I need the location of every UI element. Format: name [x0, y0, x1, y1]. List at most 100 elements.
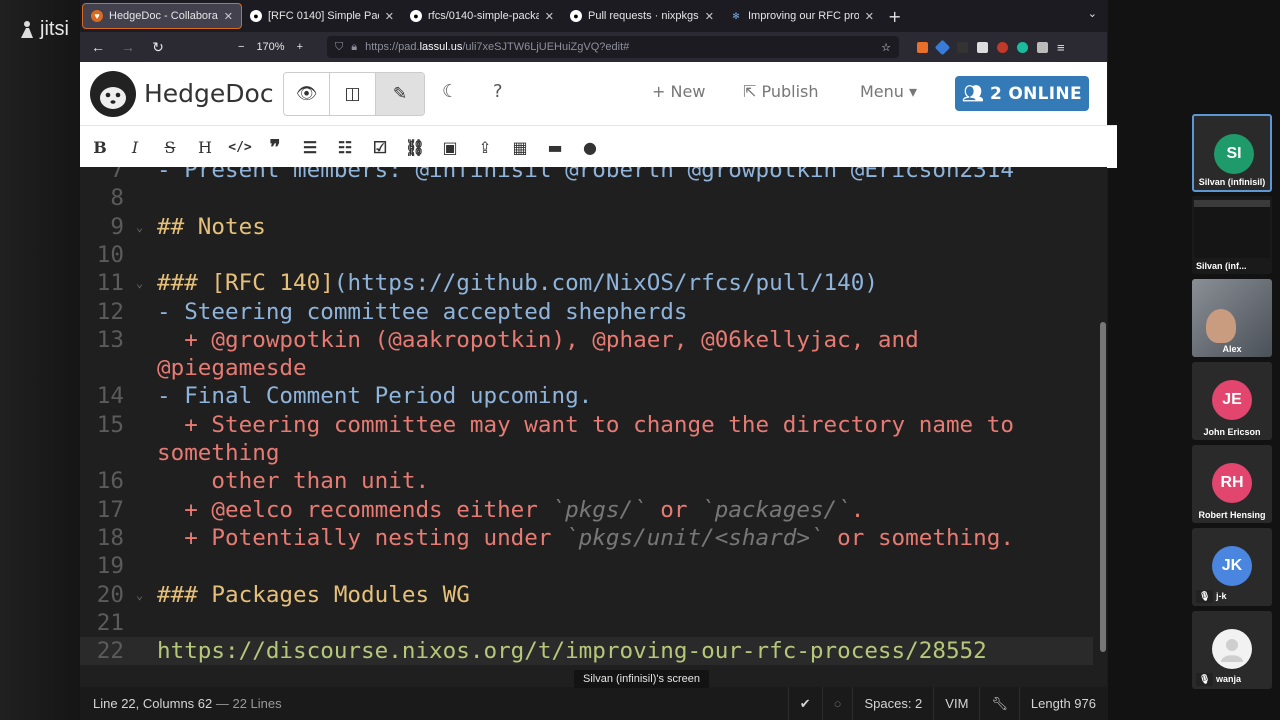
participant-name-text: j-k [1215, 591, 1227, 601]
tab-hedgedoc[interactable]: ♥ HedgeDoc - Collaborativ ✕ [82, 3, 242, 29]
quote-icon[interactable]: ❞ [265, 135, 285, 159]
new-tab-icon[interactable]: + [888, 7, 901, 26]
fold-chevron-icon[interactable]: ⌄ [136, 213, 143, 241]
publish-button[interactable]: ⇱ Publish [743, 82, 819, 101]
new-note-button[interactable]: + New [652, 82, 705, 101]
night-mode-moon-icon[interactable]: ☾ [442, 81, 458, 102]
upload-icon[interactable]: ⇪ [475, 137, 495, 157]
view-mode-button[interactable]: 👁︎ [284, 73, 330, 115]
hedgedoc-brand[interactable]: HedgeDoc [144, 79, 274, 108]
editor-line[interactable]: 11 ⌄ ### [RFC 140](https://github.com/NixO… [80, 269, 1093, 297]
close-icon[interactable]: ✕ [385, 10, 394, 23]
mic-muted-icon: 🎙︎ [1196, 590, 1214, 603]
ordered-list-icon[interactable]: ☷ [335, 137, 355, 157]
image-icon[interactable]: ▣ [440, 137, 460, 157]
close-icon[interactable]: ✕ [705, 10, 714, 23]
editor-line[interactable]: 10 [80, 241, 1093, 269]
markdown-editor[interactable]: 7 - Present members: @infinisil @roberth … [80, 167, 1107, 687]
fold-chevron-icon[interactable]: ⌄ [136, 269, 143, 297]
code-token: @piegamesde [157, 355, 307, 382]
hamburger-menu-icon[interactable]: ≡ [1057, 40, 1065, 55]
tab-rfc-0140[interactable]: ● [RFC 0140] Simple Packa ✕ [242, 3, 402, 29]
editor-line[interactable]: 16 other than unit. [80, 467, 1093, 495]
participant-name: John Ericson [1192, 427, 1272, 437]
extension-diamond-icon[interactable] [934, 39, 951, 55]
avatar [1212, 629, 1252, 669]
online-users-button[interactable]: 👥︎ 2 ONLINE [955, 76, 1089, 111]
line-number: 7 [110, 167, 124, 183]
ublock-icon[interactable] [997, 41, 1009, 53]
editor-line[interactable]: 7 - Present members: @infinisil @roberth … [80, 167, 1093, 184]
chevron-down-icon[interactable]: ⌄ [1088, 7, 1097, 20]
checkbox-icon[interactable]: ☑ [370, 137, 390, 157]
zoom-out-icon[interactable]: − [238, 41, 244, 53]
fold-chevron-icon[interactable]: ⌄ [136, 581, 143, 609]
participant-video [1206, 309, 1236, 343]
wrench-icon[interactable]: 🔧︎ [979, 687, 1019, 720]
editor-line[interactable]: 12 - Steering committee accepted shepherd… [80, 298, 1093, 326]
editor-line[interactable]: @piegamesde [80, 354, 1093, 382]
reload-icon[interactable]: ↻ [148, 39, 168, 56]
extension-dark-icon[interactable] [957, 41, 969, 53]
tab-discourse[interactable]: ✻ Improving our RFC proce ✕ [722, 3, 882, 29]
unordered-list-icon[interactable]: ☰ [300, 137, 320, 157]
link-icon[interactable]: ⛓ [405, 137, 425, 157]
editor-line[interactable]: 8 [80, 184, 1093, 212]
heading-button[interactable]: H [195, 137, 215, 157]
editor-line[interactable]: 18 + Potentially nesting under `pkgs/uni… [80, 524, 1093, 552]
help-icon[interactable]: ? [493, 81, 503, 102]
extensions-puzzle-icon[interactable] [1037, 41, 1049, 53]
comment-icon[interactable]: ● [580, 137, 600, 157]
editor-line[interactable]: 20 ⌄ ### Packages Modules WG [80, 581, 1093, 609]
participant-tile[interactable]: 🎙︎ wanja [1192, 611, 1272, 689]
back-icon[interactable]: ← [88, 39, 108, 55]
extension-box-icon[interactable] [977, 41, 989, 53]
horizontal-rule-icon[interactable]: ▬ [545, 137, 565, 157]
editor-line[interactable]: 9 ⌄ ## Notes [80, 213, 1093, 241]
avatar: JK [1212, 546, 1252, 586]
tab-rfcs-file[interactable]: ● rfcs/0140-simple-packag ✕ [402, 3, 562, 29]
participant-tile[interactable]: Silvan (inf... [1192, 196, 1272, 274]
editor-line[interactable]: 14 - Final Comment Period upcoming. [80, 382, 1093, 410]
check-icon[interactable]: ✔ [787, 687, 822, 720]
editor-scrollbar[interactable] [1100, 322, 1106, 652]
shield-icon[interactable]: ⛉ [335, 41, 343, 54]
lock-icon[interactable]: 🔒︎ [351, 41, 357, 54]
menu-dropdown[interactable]: Menu ▾ [860, 82, 917, 101]
forward-icon[interactable]: → [118, 39, 138, 55]
zoom-in-icon[interactable]: + [297, 41, 303, 53]
both-mode-button[interactable]: ◫ [330, 73, 376, 115]
editor-line[interactable]: 22 https://discourse.nixos.org/t/improvin… [80, 637, 1093, 665]
extension-orange-icon[interactable] [917, 41, 929, 53]
code-icon[interactable]: </> [228, 137, 251, 157]
url-bar[interactable]: ⛉ 🔒︎ https://pad.lassul.us/uli7xeSJTW6Lj… [327, 36, 900, 58]
indent-setting[interactable]: Spaces: 2 [852, 687, 933, 720]
participant-tile[interactable]: SI Silvan (infinisil) [1192, 114, 1272, 192]
table-icon[interactable]: ▦ [510, 137, 530, 157]
participant-tile[interactable]: Alex [1192, 279, 1272, 357]
edit-mode-button[interactable]: ✎ [376, 73, 424, 115]
close-icon[interactable]: ✕ [545, 10, 554, 23]
close-icon[interactable]: ✕ [865, 10, 874, 23]
editor-line[interactable]: 15 + Steering committee may want to chan… [80, 411, 1093, 439]
editor-line[interactable]: 21 [80, 609, 1093, 637]
participant-tile[interactable]: JE John Ericson [1192, 362, 1272, 440]
close-icon[interactable]: ✕ [224, 10, 233, 23]
hedgehog-logo-icon[interactable] [90, 71, 136, 117]
extension-help-icon[interactable] [1017, 41, 1029, 53]
italic-button[interactable]: I [125, 137, 145, 157]
zoom-level[interactable]: 170% [256, 41, 284, 53]
participant-tile[interactable]: RH Robert Hensing [1192, 445, 1272, 523]
tab-pull-requests[interactable]: ● Pull requests · nixpkgs-ar ✕ [562, 3, 722, 29]
tab-label: Improving our RFC proce [748, 10, 859, 22]
participant-tile[interactable]: JK 🎙︎ j-k [1192, 528, 1272, 606]
editor-line[interactable]: 19 [80, 552, 1093, 580]
editor-line[interactable]: 17 + @eelco recommends either `pkgs/` or… [80, 496, 1093, 524]
keymap-setting[interactable]: VIM [933, 687, 979, 720]
strikethrough-button[interactable]: S [160, 137, 180, 157]
editor-line[interactable]: 13 + @growpotkin (@aakropotkin), @phaer,… [80, 326, 1093, 354]
star-icon[interactable]: ☆ [881, 41, 891, 54]
editor-line[interactable]: something [80, 439, 1093, 467]
code-token: [RFC 140] [211, 270, 334, 297]
bold-button[interactable]: B [90, 137, 110, 157]
